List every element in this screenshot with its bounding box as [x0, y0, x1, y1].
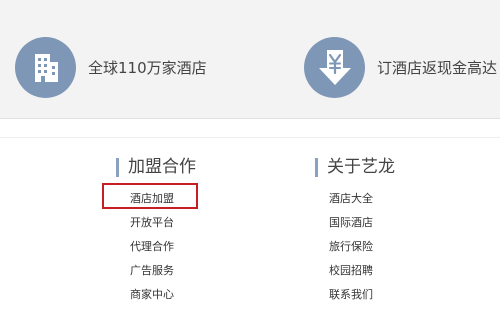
- list-item[interactable]: 联系我们: [315, 283, 395, 307]
- feature-hotels: 全球110万家酒店: [15, 36, 207, 98]
- footer-link-campus-recruiting[interactable]: 校园招聘: [329, 264, 373, 277]
- footer-link-contact-us[interactable]: 联系我们: [329, 288, 373, 301]
- link-list: 酒店大全 国际酒店 旅行保险 校园招聘 联系我们: [315, 187, 395, 307]
- column-heading: 关于艺龙: [315, 155, 395, 179]
- highlight-box: [102, 183, 198, 209]
- list-item[interactable]: 国际酒店: [315, 211, 395, 235]
- list-item[interactable]: 广告服务: [116, 259, 196, 283]
- divider: [0, 137, 500, 138]
- features-band: 全球110万家酒店 订酒店返现金高达: [0, 0, 500, 119]
- column-about: 关于艺龙 酒店大全 国际酒店 旅行保险 校园招聘 联系我们: [315, 155, 395, 307]
- footer-link-travel-insurance[interactable]: 旅行保险: [329, 240, 373, 253]
- column-heading: 加盟合作: [116, 155, 196, 179]
- feature-label: 订酒店返现金高达: [377, 58, 498, 77]
- page: 全球110万家酒店 订酒店返现金高达 加盟合作 酒店加盟 开放平台 代理合作 广…: [0, 0, 500, 330]
- hotel-building-icon: [15, 36, 76, 98]
- footer-link-international-hotels[interactable]: 国际酒店: [329, 216, 373, 229]
- list-item[interactable]: 商家中心: [116, 283, 196, 307]
- list-item[interactable]: 开放平台: [116, 211, 196, 235]
- list-item[interactable]: 代理合作: [116, 235, 196, 259]
- feature-cashback: 订酒店返现金高达: [304, 36, 497, 98]
- footer-link-advertising[interactable]: 广告服务: [130, 264, 174, 277]
- footer-link-merchant-center[interactable]: 商家中心: [130, 288, 174, 301]
- list-item[interactable]: 校园招聘: [315, 259, 395, 283]
- feature-label: 全球110万家酒店: [88, 58, 207, 77]
- list-item[interactable]: 酒店大全: [315, 187, 395, 211]
- list-item[interactable]: 旅行保险: [315, 235, 395, 259]
- footer-link-agency[interactable]: 代理合作: [130, 240, 174, 253]
- column-partnership: 加盟合作 酒店加盟 开放平台 代理合作 广告服务 商家中心: [116, 155, 196, 307]
- footer-link-hotel-directory[interactable]: 酒店大全: [329, 192, 373, 205]
- footer-link-open-platform[interactable]: 开放平台: [130, 216, 174, 229]
- yen-download-icon: [304, 36, 365, 98]
